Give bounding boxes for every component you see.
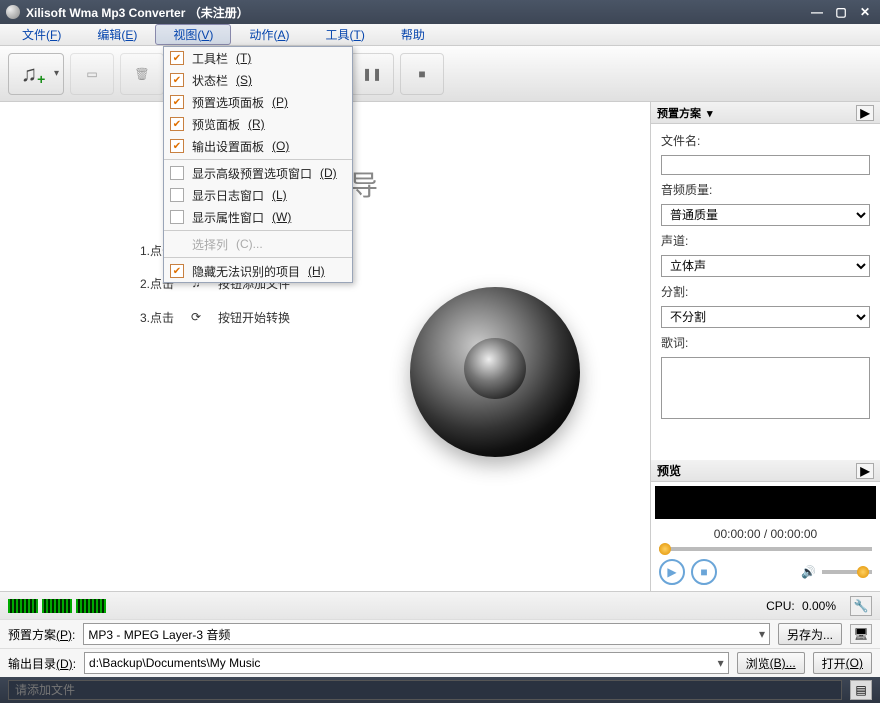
menu-file[interactable]: 文件(F) xyxy=(4,24,79,45)
menubar: 文件(F) 编辑(E) 视图(V) 动作(A) 工具(T) 帮助 xyxy=(0,24,880,46)
preview-area xyxy=(655,486,876,519)
preset-row: 预置方案(P): MP3 - MPEG Layer-3 音频▾ 另存为... 🖥 xyxy=(0,619,880,648)
menu-help[interactable]: 帮助 xyxy=(383,24,443,45)
chevron-down-icon: ▾ xyxy=(718,656,724,670)
wizard-step-3: 3.点击 ⟳ 按钮开始转换 xyxy=(140,307,290,327)
lyrics-textarea[interactable] xyxy=(661,357,870,419)
add-file-button[interactable]: ♫+ xyxy=(8,53,64,95)
open-button[interactable]: 打开(O) xyxy=(813,652,872,674)
pause-icon: ❚❚ xyxy=(362,67,382,81)
stop-button[interactable]: ■ xyxy=(400,53,444,95)
checkbox-unchecked-icon: ✔ xyxy=(170,166,184,180)
convert-start-icon: ⟳ xyxy=(186,307,206,327)
menu-item-select-cols: 选择列(C)... xyxy=(164,233,352,255)
seek-thumb[interactable] xyxy=(659,543,671,555)
music-note-icon: ♫+ xyxy=(21,61,38,87)
menu-item-statusbar[interactable]: ✔状态栏(S) xyxy=(164,69,352,91)
split-select[interactable]: 不分割 xyxy=(661,306,870,328)
lyrics-label: 歌词: xyxy=(661,334,870,351)
channel-select[interactable]: 立体声 xyxy=(661,255,870,277)
toolbar-button-2[interactable]: ▭ xyxy=(70,53,114,95)
menu-item-prop-window[interactable]: ✔显示属性窗口(W) xyxy=(164,206,352,228)
list-view-button[interactable]: ▤ xyxy=(850,680,872,700)
checkbox-checked-icon: ✔ xyxy=(170,95,184,109)
settings-button[interactable]: 🔧 xyxy=(850,596,872,616)
channel-label: 声道: xyxy=(661,232,870,249)
maximize-button[interactable]: ▢ xyxy=(832,4,850,20)
status-input[interactable] xyxy=(8,680,842,700)
preset-settings-button[interactable]: 🖥 xyxy=(850,624,872,644)
checkbox-checked-icon: ✔ xyxy=(170,117,184,131)
app-icon xyxy=(6,5,20,19)
menu-edit[interactable]: 编辑(E) xyxy=(79,24,155,45)
menu-item-adv-preset[interactable]: ✔显示高级预置选项窗口(D) xyxy=(164,162,352,184)
menu-item-toolbar[interactable]: ✔工具栏(T) xyxy=(164,47,352,69)
titlebar: Xilisoft Wma Mp3 Converter （未注册） — ▢ ✕ xyxy=(0,0,880,24)
preset-label: 预置方案(P): xyxy=(8,626,75,643)
output-combo[interactable]: d:\Backup\Documents\My Music▾ xyxy=(84,652,729,674)
output-row: 输出目录(D): d:\Backup\Documents\My Music▾ 浏… xyxy=(0,648,880,677)
cpu-row: CPU: 0.00% 🔧 xyxy=(0,591,880,619)
menu-item-hide-unrecognized[interactable]: ✔隐藏无法识别的项目(H) xyxy=(164,260,352,282)
quality-label: 音频质量: xyxy=(661,181,870,198)
checkbox-unchecked-icon: ✔ xyxy=(170,188,184,202)
filename-input[interactable] xyxy=(661,155,870,175)
save-as-button[interactable]: 另存为... xyxy=(778,623,842,645)
time-display: 00:00:00 / 00:00:00 xyxy=(651,523,880,545)
checkbox-checked-icon: ✔ xyxy=(170,264,184,278)
window-title: Xilisoft Wma Mp3 Converter （未注册） xyxy=(26,4,808,21)
cpu-usage: CPU: 0.00% xyxy=(766,599,836,613)
checkbox-checked-icon: ✔ xyxy=(170,51,184,65)
preview-panel-header: 预览 ▶ xyxy=(651,460,880,482)
preset-collapse-button[interactable]: ▶ xyxy=(856,105,874,121)
play-button[interactable]: ▶ xyxy=(659,559,685,585)
menu-tools[interactable]: 工具(T) xyxy=(307,24,382,45)
computer-icon: 🖥 xyxy=(853,627,868,641)
preset-dropdown[interactable]: 预置方案 xyxy=(657,105,713,121)
toolbar: ♫+ ▭ 🗑 ✂ ⇥ ⟳ ❚❚ ■ xyxy=(0,46,880,102)
volume-slider[interactable] xyxy=(822,570,872,574)
view-menu-dropdown: ✔工具栏(T) ✔状态栏(S) ✔预置选项面板(P) ✔预览面板(R) ✔输出设… xyxy=(163,46,353,283)
chevron-down-icon: ▾ xyxy=(759,627,765,641)
checkbox-checked-icon: ✔ xyxy=(170,73,184,87)
preset-panel-header: 预置方案 ▶ xyxy=(651,102,880,124)
profile-icon: ▭ xyxy=(86,67,97,81)
seek-slider[interactable] xyxy=(659,547,872,551)
menu-action[interactable]: 动作(A) xyxy=(231,24,307,45)
menu-view[interactable]: 视图(V) xyxy=(155,24,231,45)
menu-item-log-window[interactable]: ✔显示日志窗口(L) xyxy=(164,184,352,206)
stop-icon: ■ xyxy=(418,67,425,81)
close-button[interactable]: ✕ xyxy=(856,4,874,20)
browse-button[interactable]: 浏览(B)... xyxy=(737,652,805,674)
wrench-icon: 🔧 xyxy=(854,599,869,613)
split-label: 分割: xyxy=(661,283,870,300)
right-panel: 预置方案 ▶ 文件名: 音频质量: 普通质量 声道: 立体声 分割: 不分割 歌… xyxy=(650,102,880,591)
menu-item-output-panel[interactable]: ✔输出设置面板(O) xyxy=(164,135,352,157)
preset-combo[interactable]: MP3 - MPEG Layer-3 音频▾ xyxy=(83,623,770,645)
checkbox-unchecked-icon: ✔ xyxy=(170,210,184,224)
quality-select[interactable]: 普通质量 xyxy=(661,204,870,226)
list-icon: ▤ xyxy=(855,683,866,697)
menu-item-preview-panel[interactable]: ✔预览面板(R) xyxy=(164,113,352,135)
minimize-button[interactable]: — xyxy=(808,4,826,20)
stop-preview-button[interactable]: ■ xyxy=(691,559,717,585)
preview-label: 预览 xyxy=(657,462,681,479)
menu-item-preset-panel[interactable]: ✔预置选项面板(P) xyxy=(164,91,352,113)
toolbar-button-3[interactable]: 🗑 xyxy=(120,53,164,95)
speaker-image xyxy=(410,287,580,457)
volume-icon[interactable]: 🔊 xyxy=(801,565,816,579)
activity-meter xyxy=(8,599,106,613)
checkbox-checked-icon: ✔ xyxy=(170,139,184,153)
filename-label: 文件名: xyxy=(661,132,870,149)
output-label: 输出目录(D): xyxy=(8,655,76,672)
preview-collapse-button[interactable]: ▶ xyxy=(856,463,874,479)
trash-icon: 🗑 xyxy=(134,67,149,81)
pause-button[interactable]: ❚❚ xyxy=(350,53,394,95)
volume-thumb[interactable] xyxy=(857,566,869,578)
statusbar: ▤ xyxy=(0,677,880,703)
